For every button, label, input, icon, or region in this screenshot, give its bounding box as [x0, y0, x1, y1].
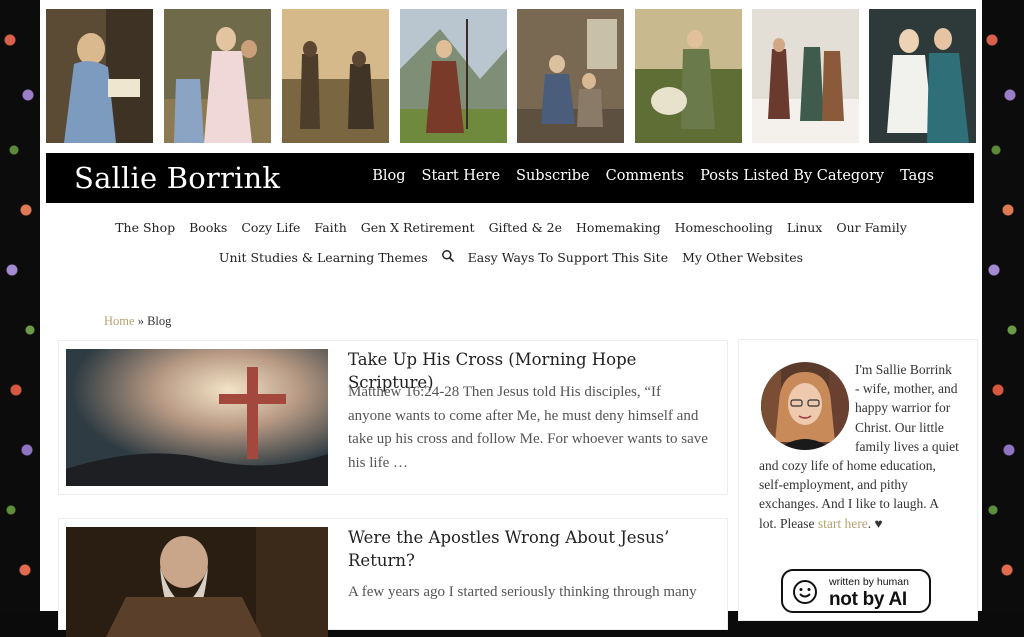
primary-nav: Blog Start Here Subscribe Comments Posts…: [356, 168, 934, 184]
breadcrumb: Home » Blog: [104, 314, 171, 329]
subnav-the-shop[interactable]: The Shop: [115, 220, 175, 235]
subnav-homeschooling[interactable]: Homeschooling: [675, 220, 773, 235]
search-icon[interactable]: [441, 249, 455, 263]
subnav-easy-ways-support[interactable]: Easy Ways To Support This Site: [468, 250, 668, 265]
floral-border-left: [0, 0, 40, 611]
nav-subscribe[interactable]: Subscribe: [516, 168, 590, 184]
painting-girl-reading: [46, 9, 153, 143]
start-here-link[interactable]: start here: [818, 516, 868, 531]
painting-shepherdess: [635, 9, 742, 143]
secondary-nav-row-2: Unit Studies & Learning Themes Easy Ways…: [40, 250, 982, 265]
avatar: [761, 362, 849, 450]
subnav-gifted-2e[interactable]: Gifted & 2e: [489, 220, 562, 235]
subnav-unit-studies[interactable]: Unit Studies & Learning Themes: [219, 250, 428, 265]
badge-line-2: not by AI: [829, 589, 907, 610]
nav-start-here[interactable]: Start Here: [422, 168, 501, 184]
floral-border-right: [982, 0, 1024, 611]
post-thumbnail-apostle[interactable]: [66, 527, 328, 637]
painting-interior-family: [517, 9, 624, 143]
subnav-other-websites[interactable]: My Other Websites: [682, 250, 803, 265]
header-art-strip: [46, 9, 976, 143]
sidebar-about: I'm Sallie Borrink - wife, mother, and h…: [738, 339, 978, 621]
subnav-homemaking[interactable]: Homemaking: [576, 220, 661, 235]
post-excerpt: Matthew 16:24-28 Then Jesus told His dis…: [348, 384, 708, 471]
post-title[interactable]: Were the Apostles Wrong About Jesus’ Ret…: [348, 526, 708, 572]
site-title[interactable]: Sallie Borrink: [74, 161, 280, 195]
subnav-our-family[interactable]: Our Family: [836, 220, 906, 235]
subnav-faith[interactable]: Faith: [314, 220, 346, 235]
nav-tags[interactable]: Tags: [900, 168, 934, 184]
page: Sallie Borrink Blog Start Here Subscribe…: [40, 0, 982, 637]
subnav-linux[interactable]: Linux: [787, 220, 822, 235]
subnav-gen-x-retirement[interactable]: Gen X Retirement: [361, 220, 475, 235]
post-thumbnail-cross[interactable]: [66, 349, 328, 486]
post-excerpt: A few years ago I started seriously thin…: [348, 584, 697, 600]
breadcrumb-home[interactable]: Home: [104, 314, 135, 328]
not-by-ai-badge[interactable]: written by human not by AI: [781, 569, 931, 613]
bio-end: . ♥: [867, 515, 883, 531]
breadcrumb-separator: »: [137, 314, 144, 328]
painting-angelus: [282, 9, 389, 143]
painting-winter-women: [752, 9, 859, 143]
secondary-nav-row-1: The Shop Books Cozy Life Faith Gen X Ret…: [40, 220, 982, 235]
nav-comments[interactable]: Comments: [606, 168, 685, 184]
nav-blog[interactable]: Blog: [372, 168, 405, 184]
nav-posts-by-category[interactable]: Posts Listed By Category: [700, 168, 884, 184]
post-card: Take Up His Cross (Morning Hope Scriptur…: [58, 340, 728, 495]
painting-two-sisters: [869, 9, 976, 143]
subnav-books[interactable]: Books: [189, 220, 227, 235]
post-card: Were the Apostles Wrong About Jesus’ Ret…: [58, 518, 728, 637]
breadcrumb-current: Blog: [147, 314, 172, 328]
subnav-cozy-life[interactable]: Cozy Life: [241, 220, 300, 235]
smiley-icon: [793, 580, 817, 604]
badge-line-1: written by human: [829, 576, 909, 588]
painting-mother-children: [164, 9, 271, 143]
painting-alpine-girl: [400, 9, 507, 143]
header-bar: Sallie Borrink Blog Start Here Subscribe…: [46, 153, 974, 203]
